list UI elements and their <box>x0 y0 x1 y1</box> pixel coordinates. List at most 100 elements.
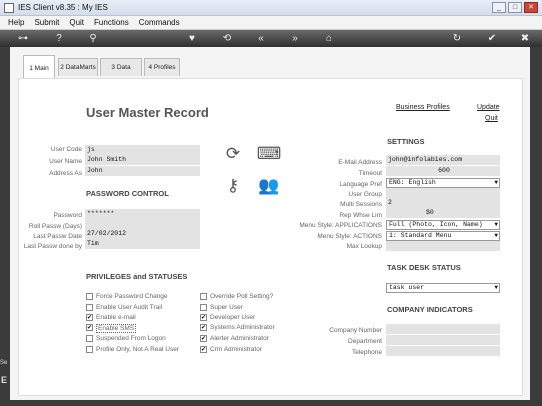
crm-admin-label: Crm Administrator <box>210 346 263 353</box>
help-icon[interactable]: ? <box>52 32 66 45</box>
keyboard-icon[interactable]: ⌨ <box>256 144 282 164</box>
refresh-icon[interactable]: ↻ <box>450 32 464 45</box>
menu-style-apps-select[interactable]: Full (Photo, Icon, Name) ▼ <box>386 220 500 230</box>
menu-quit[interactable]: Quit <box>69 16 84 29</box>
multi-sessions-field[interactable]: 2 <box>386 198 500 208</box>
systems-admin-checkbox[interactable]: ✔ <box>200 324 207 331</box>
telephone-label: Telephone <box>352 349 382 356</box>
suspended-label: Suspended From Logon <box>96 335 166 342</box>
developer-user-checkbox[interactable]: ✔ <box>200 314 207 321</box>
address-as-field[interactable]: John <box>85 166 200 176</box>
user-code-label: User Code <box>50 146 82 153</box>
override-poll-label: Override Poll Setting? <box>210 293 274 300</box>
home-icon[interactable]: ⌂ <box>322 32 336 45</box>
task-desk-heading: TASK DESK STATUS <box>387 263 461 272</box>
multi-sessions-label: Multi Sessions <box>340 201 382 208</box>
language-pref-select[interactable]: ENG: English ▼ <box>386 178 500 188</box>
menu-functions[interactable]: Functions <box>94 16 129 29</box>
timeout-field[interactable]: 600 <box>386 166 500 176</box>
update-link[interactable]: Update <box>477 104 500 111</box>
check-icon[interactable]: ✔ <box>485 32 499 45</box>
language-pref-label: Language Pref <box>339 181 382 188</box>
developer-user-label: Developer User <box>210 314 256 321</box>
tab-profiles[interactable]: 4 Profiles <box>144 58 180 76</box>
user-group-field[interactable] <box>386 188 500 198</box>
force-password-change-label: Force Password Change <box>96 293 168 300</box>
menu-commands[interactable]: Commands <box>139 16 180 29</box>
enable-audit-trail-checkbox[interactable] <box>86 304 93 311</box>
department-field[interactable] <box>386 335 500 345</box>
menu-style-apps-label: Menu Style: APPLICATIONS <box>299 222 382 229</box>
heart-icon[interactable]: ♥ <box>185 32 199 45</box>
last-passw-date-field[interactable]: 27/02/2012 <box>85 229 200 239</box>
close-button[interactable]: ✕ <box>524 2 538 13</box>
force-password-change-checkbox[interactable] <box>86 293 93 300</box>
password-label: Password <box>53 212 82 219</box>
sidebar-icon[interactable]: E <box>1 375 7 385</box>
max-lookup-label: Max Lookup <box>346 243 382 250</box>
crm-admin-checkbox[interactable]: ✔ <box>200 346 207 353</box>
sync-icon[interactable]: ⟳ <box>220 144 246 164</box>
window-controls: _ □ ✕ <box>492 2 538 13</box>
override-poll-checkbox[interactable] <box>200 293 207 300</box>
privileges-heading: PRIVILEGES and STATUSES <box>86 272 188 281</box>
close-icon[interactable]: ✖ <box>518 32 532 45</box>
super-user-label: Super User <box>210 304 243 311</box>
enable-sms-checkbox[interactable]: ✔ <box>86 324 93 331</box>
history-icon[interactable]: ⟲ <box>220 32 234 45</box>
window-title: IES Client v8.35 : My IES <box>18 3 108 12</box>
last-passw-date-label: Last Passw Date <box>33 233 82 240</box>
enable-email-checkbox[interactable]: ✔ <box>86 314 93 321</box>
last-passw-by-field[interactable]: Tim <box>85 239 200 249</box>
tab-datamarts[interactable]: 2 DataMarts <box>58 58 98 76</box>
address-as-label: Address As <box>49 170 82 177</box>
telephone-field[interactable] <box>386 346 500 356</box>
search-icon[interactable]: ⚲ <box>86 32 100 45</box>
menu-style-actions-select[interactable]: 1: Standard Menu ▼ <box>386 231 500 241</box>
company-indicators-heading: COMPANY INDICATORS <box>387 305 473 314</box>
profile-only-checkbox[interactable] <box>86 346 93 353</box>
suspended-checkbox[interactable] <box>86 335 93 342</box>
page-title: User Master Record <box>86 105 209 120</box>
password-control-heading: PASSWORD CONTROL <box>86 189 169 198</box>
super-user-checkbox[interactable] <box>200 304 207 311</box>
quit-link[interactable]: Quit <box>485 115 498 122</box>
enable-audit-trail-label: Enable User Audit Trail <box>96 304 163 311</box>
profile-only-label: Profile Only, Not A Real User <box>96 346 179 353</box>
maximize-button[interactable]: □ <box>508 2 522 13</box>
rep-whse-lim-field[interactable]: $0 <box>386 208 500 218</box>
email-label: E-Mail Address <box>338 159 382 166</box>
user-code-field[interactable]: js <box>85 145 200 155</box>
back-icon[interactable]: « <box>254 32 268 45</box>
roll-passw-field[interactable] <box>85 219 200 229</box>
enable-sms-label: Enable SMS <box>96 324 137 333</box>
language-pref-value: ENG: English <box>389 179 436 186</box>
settings-heading: SETTINGS <box>387 137 425 146</box>
menu-submit[interactable]: Submit <box>34 16 59 29</box>
max-lookup-field[interactable] <box>386 241 500 251</box>
menu-style-actions-label: Menu Style: ACTIONS <box>317 233 382 240</box>
users-icon[interactable]: 👥 <box>256 176 282 196</box>
alerter-admin-label: Alerter Administrator <box>210 335 269 342</box>
user-group-label: User Group <box>348 191 382 198</box>
title-bar: IES Client v8.35 : My IES _ □ ✕ <box>0 0 542 16</box>
tab-main[interactable]: 1 Main <box>23 55 55 79</box>
roll-passw-label: Roll Passw (Days) <box>28 223 82 230</box>
minimize-button[interactable]: _ <box>492 2 506 13</box>
tab-data-queries[interactable]: 3 Data Queries <box>100 58 142 89</box>
key-icon[interactable]: ⊶ <box>12 32 34 45</box>
chevron-down-icon: ▼ <box>494 232 498 239</box>
alerter-admin-checkbox[interactable]: ✔ <box>200 335 207 342</box>
timeout-label: Timeout <box>358 170 382 177</box>
key-icon[interactable]: ⚷ <box>220 176 246 196</box>
password-field[interactable]: ******* <box>85 209 200 219</box>
menu-help[interactable]: Help <box>8 16 24 29</box>
enable-email-label: Enable e-mail <box>96 314 136 321</box>
task-desk-select[interactable]: task user ▼ <box>386 283 500 293</box>
forward-icon[interactable]: » <box>288 32 302 45</box>
business-profiles-link[interactable]: Business Profiles <box>396 104 450 111</box>
email-field[interactable]: john@infolabies.com <box>386 155 500 165</box>
user-name-field[interactable]: John Smith <box>85 155 200 165</box>
company-number-field[interactable] <box>386 324 500 334</box>
department-label: Department <box>348 338 382 345</box>
